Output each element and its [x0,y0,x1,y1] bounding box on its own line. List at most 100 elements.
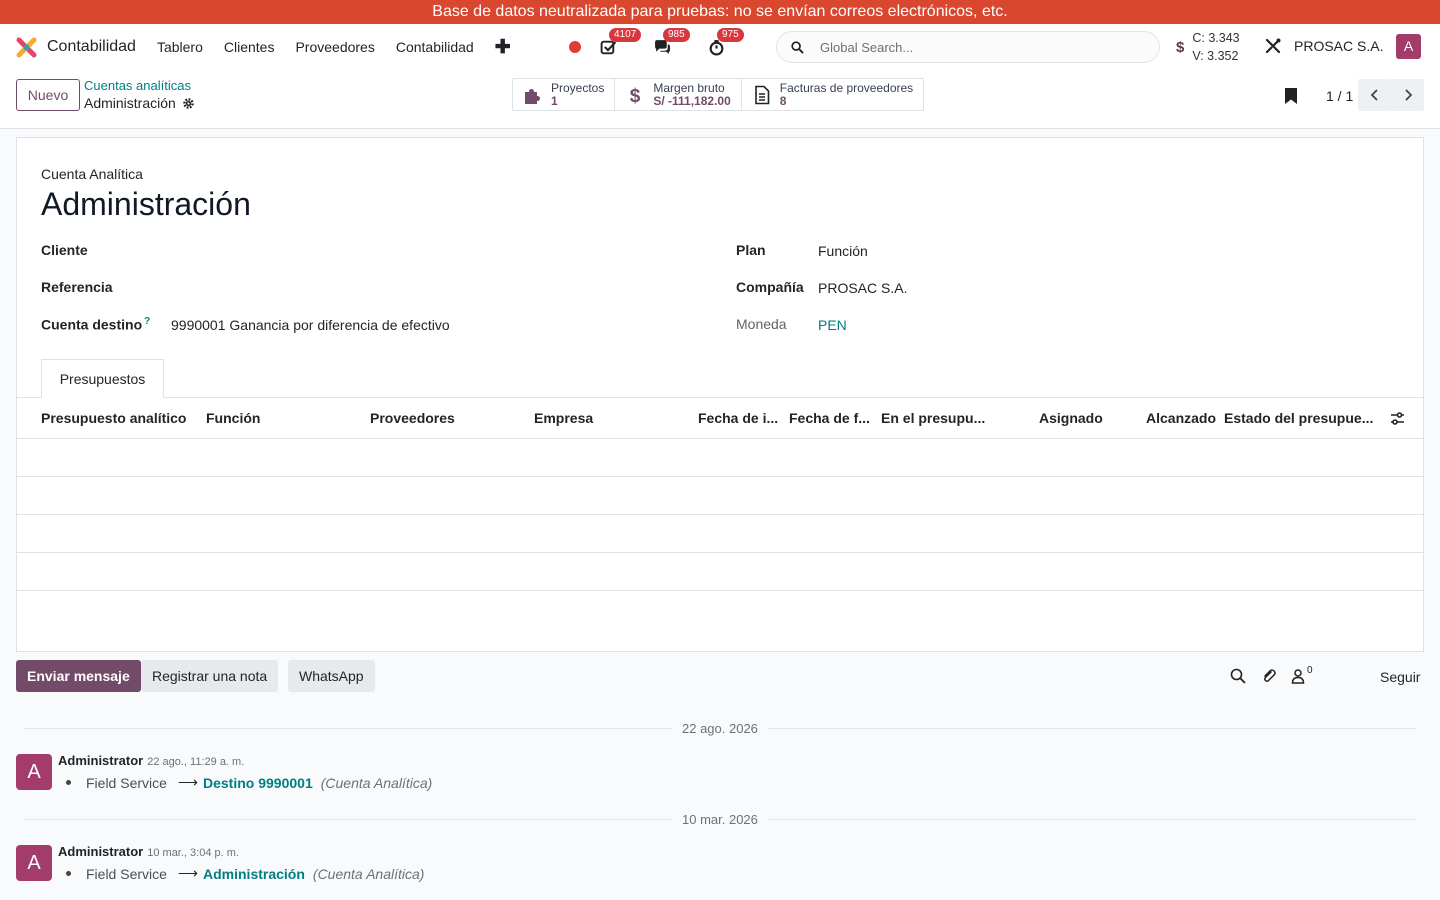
tab-presupuestos[interactable]: Presupuestos [41,359,164,398]
menu-item-clientes[interactable]: Clientes [224,39,275,55]
smart-value: S/ -111,182.00 [653,93,731,108]
message-author[interactable]: Administrator [58,753,143,768]
help-tooltip-icon[interactable]: ? [144,316,150,327]
smart-value: 8 [779,93,787,108]
column-header-fecha-inicio[interactable]: Fecha de i... [698,410,778,426]
activities-badge: 4107 [609,28,642,42]
column-header-presupuesto[interactable]: Presupuesto analítico [41,410,186,426]
tracking-new-value: Administración [203,865,305,882]
tracking-context: (Cuenta Analítica) [320,774,433,791]
app-brand[interactable]: Contabilidad [16,37,136,58]
systray-icons: 4107 985 975 [569,24,744,70]
table-row[interactable] [17,553,1423,591]
breadcrumb-parent[interactable]: Cuentas analíticas [84,78,191,93]
counter-c: C: 3.343 [1192,31,1240,45]
column-header-proveedores[interactable]: Proveedores [370,410,455,426]
tracking-value-line: Field Service ⟶ Destino 9990001 (Cuenta … [66,774,432,791]
message-author[interactable]: Administrator [58,844,143,859]
bullet-icon [66,871,71,876]
record-dot-icon[interactable] [569,41,581,53]
activities-systray[interactable]: 4107 [597,28,642,58]
tracking-new-value: Destino 9990001 [203,774,313,791]
user-icon [1291,669,1305,684]
timer-systray[interactable]: 975 [705,28,744,58]
field-value-moneda[interactable]: PEN [818,317,847,333]
menu-item-tablero[interactable]: Tablero [157,39,203,55]
tracking-value-line: Field Service ⟶ Administración (Cuenta A… [66,865,424,882]
field-value-cuenta-destino[interactable]: 9990001 Ganancia por diferencia de efect… [171,317,450,333]
smart-button-proyectos[interactable]: Proyectos 1 [513,79,616,110]
accounting-app-icon [16,37,37,57]
field-label-compania: Compañía [736,279,804,295]
breadcrumb-current: Administración [84,95,195,111]
table-row[interactable] [17,515,1423,553]
smart-label: Margen bruto [653,80,725,95]
dollar-icon: $ [630,86,641,105]
column-header-empresa[interactable]: Empresa [534,410,593,426]
smart-label: Proyectos [551,80,605,95]
svg-text:$: $ [630,86,641,105]
record-title[interactable]: Administración [41,186,251,223]
chevron-left-icon [1370,89,1378,101]
global-search-input[interactable] [820,39,1120,55]
column-header-fecha-fin[interactable]: Fecha de f... [789,410,870,426]
quick-create-plus-icon[interactable]: ✚ [495,36,511,59]
puzzle-icon [525,88,540,104]
record-kind-label: Cuenta Analítica [41,166,143,182]
smart-buttons: Proyectos 1 $ Margen bruto S/ -111,182.0… [512,78,925,111]
invoice-icon [754,85,770,104]
message-header: Administrator 10 mar., 3:04 p. m. [58,844,239,859]
user-avatar[interactable]: A [1396,34,1421,59]
message-avatar[interactable]: A [16,845,52,881]
whatsapp-button[interactable]: WhatsApp [288,660,375,692]
company-switcher[interactable]: PROSAC S.A. [1294,38,1383,54]
menu-item-proveedores[interactable]: Proveedores [295,39,374,55]
neutralized-database-banner: Base de datos neutralizada para pruebas:… [0,0,1440,24]
control-panel: Nuevo Cuentas analíticas Administración … [0,70,1440,129]
field-label-referencia: Referencia [41,279,113,295]
search-icon [791,40,804,54]
counters-widget[interactable]: $ C: 3.343 V: 3.352 [1176,29,1240,65]
log-note-button[interactable]: Registrar una nota [141,660,279,692]
form-sheet: Cuenta Analítica Administración Cliente … [16,137,1424,652]
field-label-moneda: Moneda [736,316,787,332]
table-row[interactable] [17,439,1423,477]
new-button[interactable]: Nuevo [16,79,80,111]
column-header-asignado[interactable]: Asignado [1039,410,1103,426]
main-menu: Tablero Clientes Proveedores Contabilida… [157,39,495,55]
smart-label: Facturas de proveedores [779,80,914,95]
send-message-button[interactable]: Enviar mensaje [16,660,141,692]
chatter-attachments[interactable] [1261,668,1277,686]
date-separator-label: 22 ago. 2026 [672,721,768,736]
field-value-compania[interactable]: PROSAC S.A. [818,280,907,296]
bookmark-icon[interactable] [1284,87,1298,105]
dollar-icon: $ [1176,38,1185,56]
chatter-followers[interactable] [1290,668,1306,686]
tools-icon[interactable] [1264,37,1282,55]
column-header-funcion[interactable]: Función [206,410,260,426]
smart-button-facturas-proveedores[interactable]: Facturas de proveedores 8 [742,79,923,110]
pager-value[interactable]: 1 / 1 [1326,88,1353,104]
gear-icon[interactable] [182,97,195,110]
date-separator-label: 10 mar. 2026 [672,812,768,827]
message-datetime: 10 mar., 3:04 p. m. [147,847,239,859]
pager-next-button[interactable] [1391,79,1424,111]
counter-v: V: 3.352 [1192,49,1239,63]
column-header-en-presupuesto[interactable]: En el presupu... [881,410,985,426]
pager-previous-button[interactable] [1358,79,1391,111]
table-row[interactable] [17,477,1423,515]
field-value-plan[interactable]: Función [818,243,868,259]
column-header-alcanzado[interactable]: Alcanzado [1146,410,1216,426]
follow-button[interactable]: Seguir [1380,669,1420,685]
smart-button-margen-bruto[interactable]: $ Margen bruto S/ -111,182.00 [615,79,742,110]
menu-item-contabilidad[interactable]: Contabilidad [396,39,474,55]
messages-systray[interactable]: 985 [651,28,690,58]
column-header-estado[interactable]: Estado del presupue... [1224,410,1373,426]
chatter-search[interactable] [1230,668,1246,686]
column-options-icon[interactable] [1390,411,1405,426]
budget-table-header: Presupuesto analítico Función Proveedore… [17,398,1423,439]
top-navbar: Contabilidad Tablero Clientes Proveedore… [0,24,1440,70]
message-avatar[interactable]: A [16,754,52,790]
global-search[interactable] [776,31,1160,63]
search-icon [1230,668,1246,684]
